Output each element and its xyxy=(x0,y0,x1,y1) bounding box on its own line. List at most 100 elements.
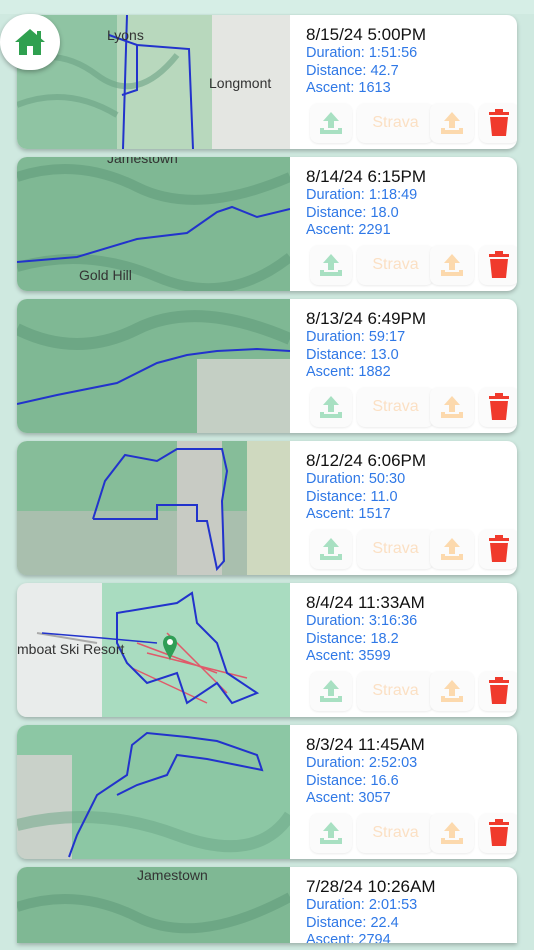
delete-button[interactable] xyxy=(479,103,517,143)
upload-icon xyxy=(320,680,342,702)
activity-ascent: Ascent: 1517 xyxy=(306,506,391,522)
delete-button[interactable] xyxy=(479,245,517,285)
route-map[interactable] xyxy=(17,441,290,575)
strava-upload-button[interactable] xyxy=(430,813,474,853)
activity-date: 8/13/24 6:49PM xyxy=(306,309,427,328)
activity-date: 8/15/24 5:00PM xyxy=(306,25,427,44)
upload-icon xyxy=(441,680,463,702)
strava-button[interactable]: Strava xyxy=(357,813,434,853)
upload-icon xyxy=(320,822,342,844)
route-map[interactable] xyxy=(17,725,290,859)
home-button[interactable] xyxy=(0,14,60,70)
activity-duration: Duration: 50:30 xyxy=(306,471,406,487)
activity-info: 8/3/24 11:45AM Duration: 2:52:03 Distanc… xyxy=(306,733,516,808)
map-label: mboat Ski Resort xyxy=(17,641,124,657)
upload-button[interactable] xyxy=(310,813,352,853)
activity-info: 7/28/24 10:26AM Duration: 2:01:53 Distan… xyxy=(306,875,516,943)
activity-date: 8/12/24 6:06PM xyxy=(306,451,427,470)
activity-card[interactable]: Jamestown 7/28/24 10:26AM Duration: 2:01… xyxy=(17,867,517,943)
delete-button[interactable] xyxy=(479,813,517,853)
map-label: Gold Hill xyxy=(79,267,132,283)
upload-button[interactable] xyxy=(310,103,352,143)
route-map[interactable]: Jamestown Gold Hill xyxy=(17,157,290,291)
strava-upload-button[interactable] xyxy=(430,529,474,569)
activity-date: 7/28/24 10:26AM xyxy=(306,877,436,896)
trash-icon xyxy=(489,677,509,704)
activity-ascent: Ascent: 3057 xyxy=(306,790,391,806)
home-icon xyxy=(15,29,45,55)
activity-actions: Strava xyxy=(300,529,517,575)
map-label: Lyons xyxy=(107,27,144,43)
activity-duration: Duration: 59:17 xyxy=(306,329,406,345)
strava-button[interactable]: Strava xyxy=(357,671,434,711)
activity-card[interactable]: Jamestown Gold Hill 8/14/24 6:15PM Durat… xyxy=(17,157,517,291)
strava-button[interactable]: Strava xyxy=(357,103,434,143)
activity-distance: Distance: 42.7 xyxy=(306,62,399,79)
activity-duration: Duration: 1:51:56 xyxy=(306,45,418,61)
activity-distance: Distance: 22.4 xyxy=(306,914,399,931)
activity-ascent: Ascent: 1882 xyxy=(306,364,391,380)
delete-button[interactable] xyxy=(479,671,517,711)
activity-distance: Distance: 18.2 xyxy=(306,630,399,647)
activity-card[interactable]: 8/3/24 11:45AM Duration: 2:52:03 Distanc… xyxy=(17,725,517,859)
upload-button[interactable] xyxy=(310,671,352,711)
activity-actions: Strava xyxy=(300,387,517,433)
activity-duration: Duration: 1:18:49 xyxy=(306,187,418,203)
activity-date: 8/14/24 6:15PM xyxy=(306,167,427,186)
strava-button[interactable]: Strava xyxy=(357,387,434,427)
upload-icon xyxy=(441,254,463,276)
upload-icon xyxy=(320,538,342,560)
activity-ascent: Ascent: 1613 xyxy=(306,80,391,96)
map-label: Jamestown xyxy=(137,867,208,883)
activity-card[interactable]: mboat Ski Resort 8/4/24 11:33AM Duration… xyxy=(17,583,517,717)
activity-duration: Duration: 2:52:03 xyxy=(306,755,418,771)
upload-icon xyxy=(441,538,463,560)
upload-icon xyxy=(320,254,342,276)
upload-icon xyxy=(320,396,342,418)
upload-button[interactable] xyxy=(310,529,352,569)
activity-distance: Distance: 13.0 xyxy=(306,346,399,363)
trash-icon xyxy=(489,819,509,846)
strava-upload-button[interactable] xyxy=(430,245,474,285)
strava-button[interactable]: Strava xyxy=(357,245,434,285)
activity-ascent: Ascent: 3599 xyxy=(306,648,391,664)
activity-info: 8/4/24 11:33AM Duration: 3:16:36 Distanc… xyxy=(306,591,516,666)
activity-distance: Distance: 18.0 xyxy=(306,204,399,221)
activity-duration: Duration: 3:16:36 xyxy=(306,613,418,629)
activity-actions: Strava xyxy=(300,103,517,149)
activity-card[interactable]: Lyons Longmont 8/15/24 5:00PM Duration: … xyxy=(17,15,517,149)
route-map[interactable] xyxy=(17,299,290,433)
upload-icon xyxy=(441,112,463,134)
route-map[interactable]: Jamestown xyxy=(17,867,290,943)
trash-icon xyxy=(489,535,509,562)
map-label: Jamestown xyxy=(107,157,178,166)
delete-button[interactable] xyxy=(479,387,517,427)
activity-actions: Strava xyxy=(300,245,517,291)
upload-icon xyxy=(441,822,463,844)
strava-button[interactable]: Strava xyxy=(357,529,434,569)
activity-info: 8/14/24 6:15PM Duration: 1:18:49 Distanc… xyxy=(306,165,516,240)
map-label: Longmont xyxy=(209,75,271,91)
delete-button[interactable] xyxy=(479,529,517,569)
activity-card[interactable]: 8/13/24 6:49PM Duration: 59:17 Distance:… xyxy=(17,299,517,433)
strava-upload-button[interactable] xyxy=(430,387,474,427)
activity-actions: Strava xyxy=(300,813,517,859)
activity-card[interactable]: 8/12/24 6:06PM Duration: 50:30 Distance:… xyxy=(17,441,517,575)
trash-icon xyxy=(489,109,509,136)
activity-info: 8/15/24 5:00PM Duration: 1:51:56 Distanc… xyxy=(306,23,516,98)
upload-icon xyxy=(320,112,342,134)
trash-icon xyxy=(489,251,509,278)
activity-list[interactable]: Lyons Longmont 8/15/24 5:00PM Duration: … xyxy=(0,0,534,950)
activity-actions: Strava xyxy=(300,671,517,717)
upload-button[interactable] xyxy=(310,387,352,427)
activity-duration: Duration: 2:01:53 xyxy=(306,897,418,913)
activity-info: 8/12/24 6:06PM Duration: 50:30 Distance:… xyxy=(306,449,516,524)
activity-distance: Distance: 16.6 xyxy=(306,772,399,789)
upload-button[interactable] xyxy=(310,245,352,285)
activity-ascent: Ascent: 2794 xyxy=(306,932,391,943)
upload-icon xyxy=(441,396,463,418)
strava-upload-button[interactable] xyxy=(430,103,474,143)
trash-icon xyxy=(489,393,509,420)
route-map[interactable]: mboat Ski Resort xyxy=(17,583,290,717)
strava-upload-button[interactable] xyxy=(430,671,474,711)
